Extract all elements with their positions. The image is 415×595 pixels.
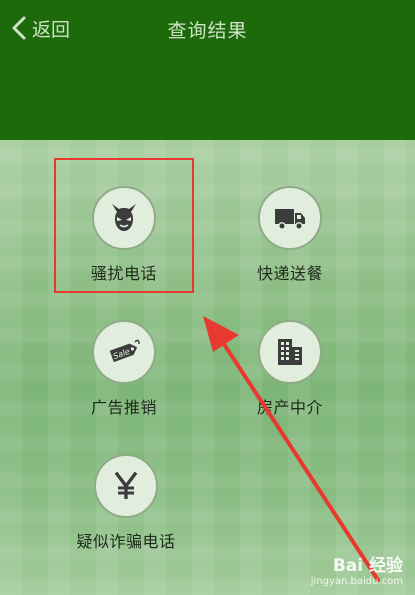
category-suspected-fraud[interactable]: 疑似诈骗电话 xyxy=(51,454,201,552)
category-icon-circle xyxy=(258,320,322,384)
header: 返回 查询结果 xyxy=(0,0,415,140)
category-real-estate-agent[interactable]: 房产中介 xyxy=(215,320,365,418)
back-button[interactable]: 返回 xyxy=(10,13,70,43)
chevron-left-icon xyxy=(12,16,26,40)
category-label: 疑似诈骗电话 xyxy=(76,532,176,551)
back-label: 返回 xyxy=(32,18,71,41)
category-delivery[interactable]: 快递送餐 xyxy=(215,186,365,284)
category-label: 广告推销 xyxy=(90,398,157,417)
category-advertising[interactable]: Sale 广告推销 xyxy=(49,320,199,418)
watermark-brand: Bai 经验 xyxy=(332,556,403,576)
sale-tag-icon: Sale xyxy=(109,339,140,363)
category-label: 快递送餐 xyxy=(256,264,323,283)
page-title: 查询结果 xyxy=(167,19,248,42)
category-label: 房产中介 xyxy=(256,398,323,417)
building-icon xyxy=(278,339,302,365)
category-icon-circle: Sale xyxy=(92,320,156,384)
delivery-truck-icon xyxy=(275,209,305,230)
category-icon-circle xyxy=(258,186,322,250)
watermark-url: jingyan.baidu.com xyxy=(310,576,403,587)
watermark: Bai 经验 jingyan.baidu.com xyxy=(311,551,403,587)
title-bar: 返回 查询结果 xyxy=(0,0,415,58)
category-icon-circle xyxy=(94,454,158,518)
highlight-box xyxy=(54,158,194,293)
yen-icon xyxy=(114,471,138,499)
